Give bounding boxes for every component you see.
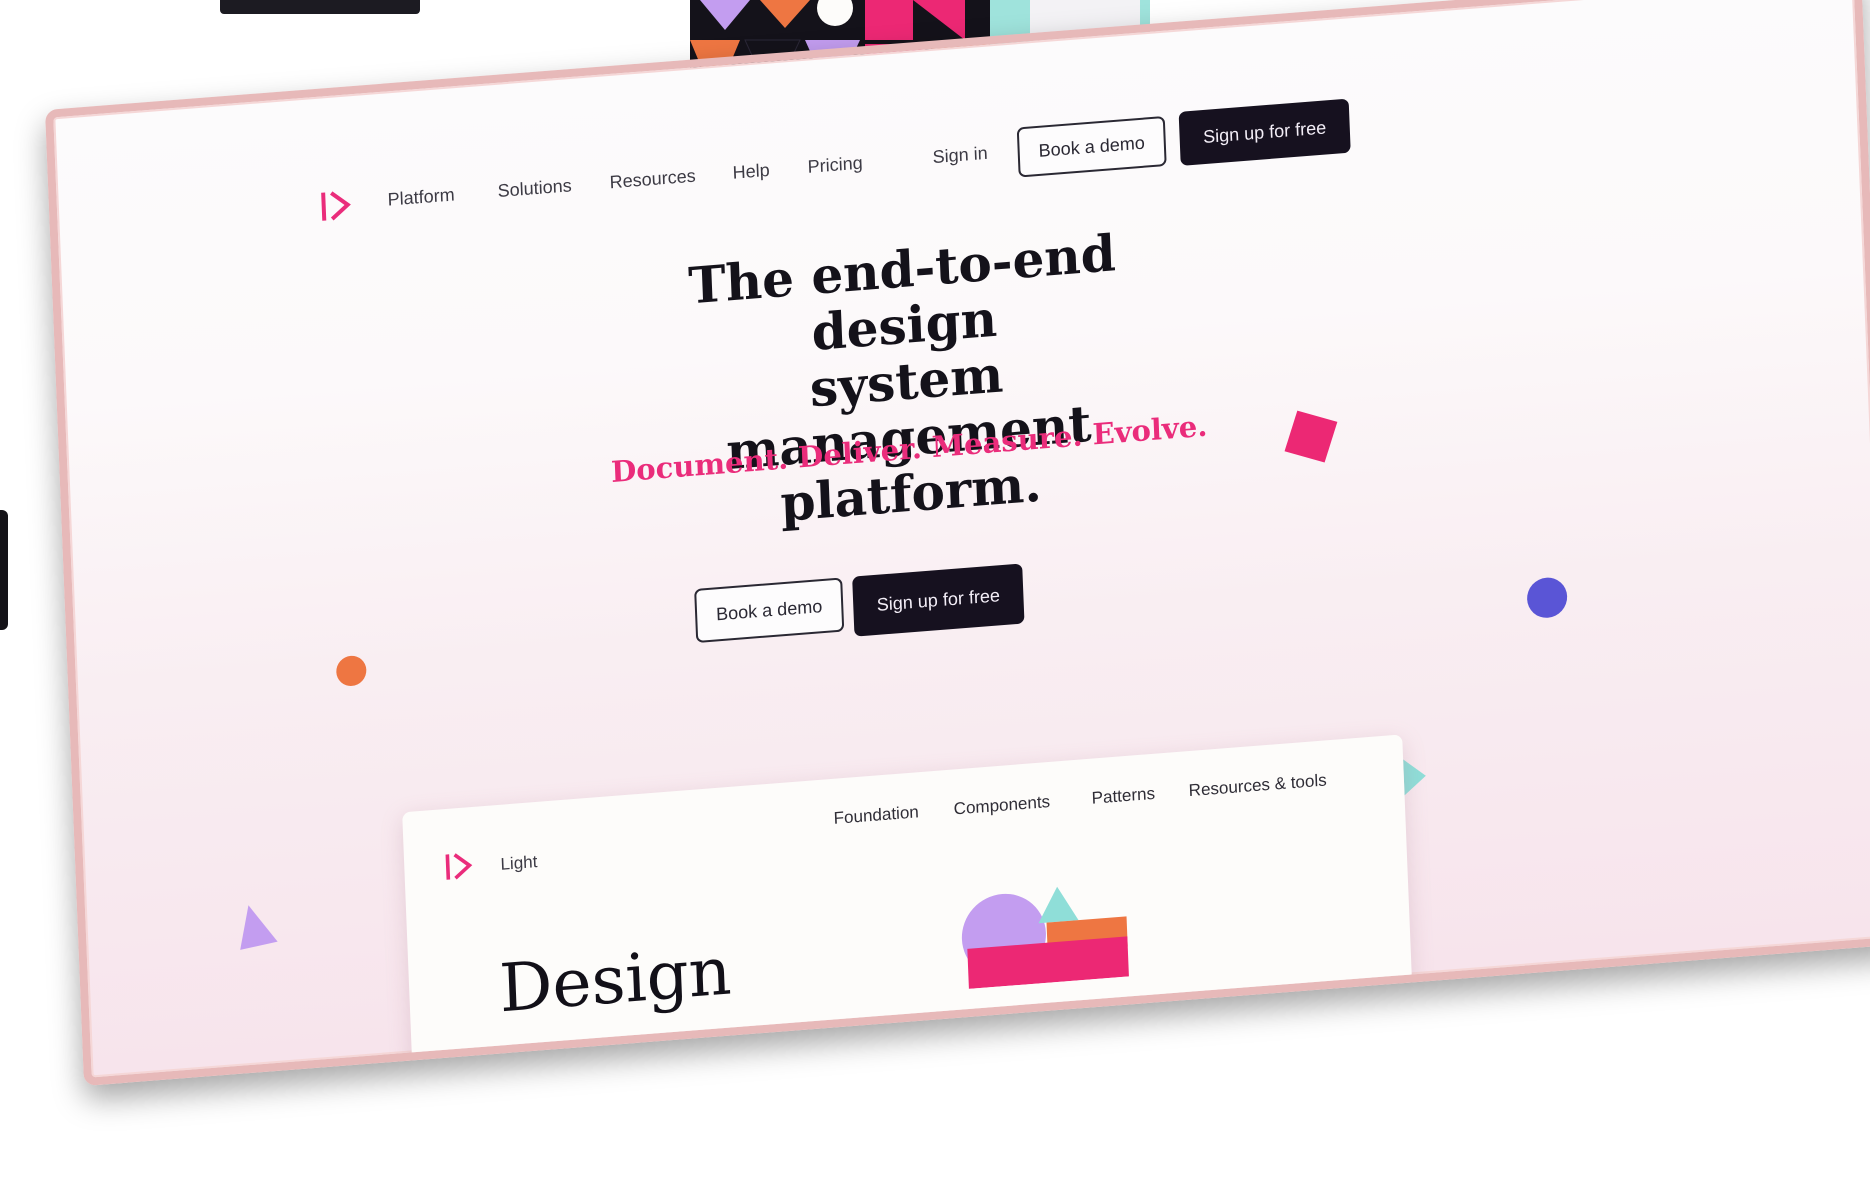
decorative-lilac-triangle — [232, 900, 278, 950]
hero-book-demo-button[interactable]: Book a demo — [694, 577, 845, 644]
nav-sign-in[interactable]: Sign in — [932, 143, 988, 168]
hero-title-line-1: The end-to-end design — [687, 223, 1117, 363]
brand-logo-icon[interactable] — [317, 184, 359, 227]
background-left-sliver — [0, 510, 8, 630]
decorative-orange-dot — [335, 654, 367, 688]
hero-sign-up-button[interactable]: Sign up for free — [852, 563, 1025, 637]
website-screen: Platform Solutions Resources Help Pricin… — [45, 0, 1870, 1086]
decorative-pink-square — [1284, 410, 1338, 463]
top-navigation: Platform Solutions Resources Help Pricin… — [317, 76, 1619, 237]
preview-link-components[interactable]: Components — [953, 792, 1050, 820]
preview-link-foundation[interactable]: Foundation — [833, 802, 919, 829]
nav-link-solutions[interactable]: Solutions — [497, 175, 572, 202]
preview-heading: Design — [497, 932, 733, 1028]
preview-logo-icon — [445, 853, 473, 880]
design-system-preview-card: Light Foundation Components Patterns Res… — [402, 734, 1415, 1086]
nav-link-pricing[interactable]: Pricing — [807, 153, 863, 178]
decorative-blue-dot — [1526, 576, 1568, 620]
decorative-teal-triangle — [1403, 757, 1427, 796]
nav-link-resources[interactable]: Resources — [609, 166, 696, 194]
nav-link-platform[interactable]: Platform — [387, 184, 455, 210]
preview-link-resources-tools[interactable]: Resources & tools — [1188, 770, 1327, 801]
nav-sign-up-button[interactable]: Sign up for free — [1178, 98, 1351, 166]
preview-link-patterns[interactable]: Patterns — [1091, 784, 1155, 809]
preview-theme-label[interactable]: Light — [500, 852, 538, 875]
nav-link-help[interactable]: Help — [732, 160, 770, 184]
preview-shapes-art — [961, 886, 1129, 989]
hero-title: The end-to-end design system management … — [621, 220, 1192, 544]
nav-book-demo-button[interactable]: Book a demo — [1016, 115, 1167, 178]
background-dark-bar — [220, 0, 420, 14]
